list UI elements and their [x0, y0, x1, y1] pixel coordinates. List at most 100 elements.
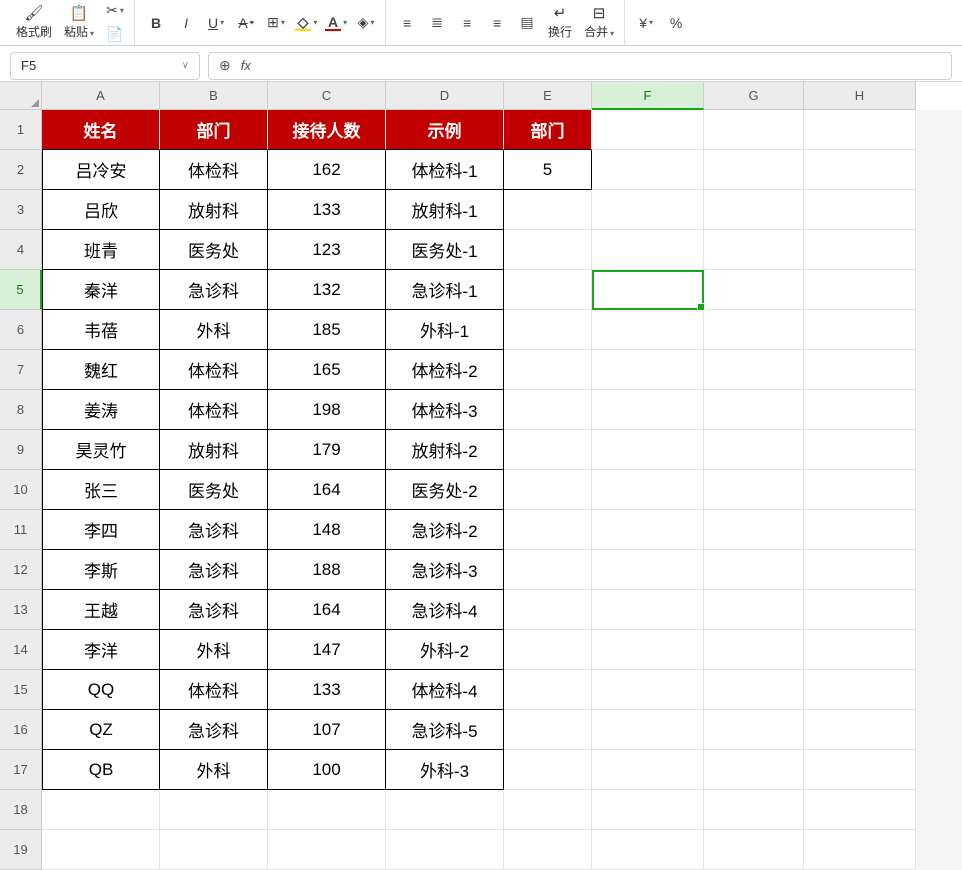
cell-C1[interactable]: 接待人数	[268, 110, 386, 150]
cell-E2[interactable]: 5	[504, 150, 592, 190]
cell-A2[interactable]: 吕冷安	[42, 150, 160, 190]
cell-A15[interactable]: QQ	[42, 670, 160, 710]
cell-A1[interactable]: 姓名	[42, 110, 160, 150]
cell-F18[interactable]	[592, 790, 704, 830]
row-header-4[interactable]: 4	[0, 230, 42, 270]
cell-E10[interactable]	[504, 470, 592, 510]
strike-button[interactable]: A▾	[233, 11, 259, 35]
cell-C4[interactable]: 123	[268, 230, 386, 270]
cell-F6[interactable]	[592, 310, 704, 350]
cell-H5[interactable]	[804, 270, 916, 310]
cell-A19[interactable]	[42, 830, 160, 870]
merge-button[interactable]: ⊟ 合并▾	[580, 0, 618, 45]
cell-D13[interactable]: 急诊科-4	[386, 590, 504, 630]
cell-B7[interactable]: 体检科	[160, 350, 268, 390]
cell-E12[interactable]	[504, 550, 592, 590]
wrap-button[interactable]: ↵ 换行	[544, 0, 576, 45]
formula-bar[interactable]: ⊕ fx	[208, 52, 952, 80]
row-header-7[interactable]: 7	[0, 350, 42, 390]
cell-F19[interactable]	[592, 830, 704, 870]
cell-C14[interactable]: 147	[268, 630, 386, 670]
col-header-B[interactable]: B	[160, 82, 268, 110]
cell-D6[interactable]: 外科-1	[386, 310, 504, 350]
cell-E11[interactable]	[504, 510, 592, 550]
cell-F2[interactable]	[592, 150, 704, 190]
cell-D11[interactable]: 急诊科-2	[386, 510, 504, 550]
cell-A12[interactable]: 李斯	[42, 550, 160, 590]
cell-G19[interactable]	[704, 830, 804, 870]
cell-D17[interactable]: 外科-3	[386, 750, 504, 790]
cell-D15[interactable]: 体检科-4	[386, 670, 504, 710]
cell-E8[interactable]	[504, 390, 592, 430]
cell-A8[interactable]: 姜涛	[42, 390, 160, 430]
select-all-corner[interactable]	[0, 82, 42, 110]
cell-F17[interactable]	[592, 750, 704, 790]
cell-E9[interactable]	[504, 430, 592, 470]
cell-E19[interactable]	[504, 830, 592, 870]
cell-G3[interactable]	[704, 190, 804, 230]
cell-A17[interactable]: QB	[42, 750, 160, 790]
cell-B14[interactable]: 外科	[160, 630, 268, 670]
cell-H4[interactable]	[804, 230, 916, 270]
cell-E1[interactable]: 部门	[504, 110, 592, 150]
cell-F8[interactable]	[592, 390, 704, 430]
cell-H3[interactable]	[804, 190, 916, 230]
cell-H14[interactable]	[804, 630, 916, 670]
cell-E4[interactable]	[504, 230, 592, 270]
cell-F3[interactable]	[592, 190, 704, 230]
cell-B13[interactable]: 急诊科	[160, 590, 268, 630]
fill-color-button[interactable]: ◇▾	[293, 11, 319, 35]
cell-H2[interactable]	[804, 150, 916, 190]
cell-C17[interactable]: 100	[268, 750, 386, 790]
cell-G16[interactable]	[704, 710, 804, 750]
border-button[interactable]: ⊞▾	[263, 11, 289, 35]
clear-format-button[interactable]: ◈▾	[353, 11, 379, 35]
row-header-5[interactable]: 5	[0, 270, 42, 310]
cell-B15[interactable]: 体检科	[160, 670, 268, 710]
cell-A16[interactable]: QZ	[42, 710, 160, 750]
cell-B10[interactable]: 医务处	[160, 470, 268, 510]
cell-H1[interactable]	[804, 110, 916, 150]
cell-D10[interactable]: 医务处-2	[386, 470, 504, 510]
cell-D18[interactable]	[386, 790, 504, 830]
row-header-16[interactable]: 16	[0, 710, 42, 750]
cell-F5[interactable]	[592, 270, 704, 310]
cell-H13[interactable]	[804, 590, 916, 630]
cell-A9[interactable]: 昊灵竹	[42, 430, 160, 470]
cell-E6[interactable]	[504, 310, 592, 350]
cell-B9[interactable]: 放射科	[160, 430, 268, 470]
currency-button[interactable]: ¥▾	[633, 11, 659, 35]
cell-G17[interactable]	[704, 750, 804, 790]
cell-E7[interactable]	[504, 350, 592, 390]
cell-D19[interactable]	[386, 830, 504, 870]
cell-H18[interactable]	[804, 790, 916, 830]
row-header-3[interactable]: 3	[0, 190, 42, 230]
row-header-2[interactable]: 2	[0, 150, 42, 190]
cell-B6[interactable]: 外科	[160, 310, 268, 350]
cell-D5[interactable]: 急诊科-1	[386, 270, 504, 310]
fx-expand-icon[interactable]: ⊕	[219, 57, 231, 74]
underline-button[interactable]: U▾	[203, 11, 229, 35]
cell-F14[interactable]	[592, 630, 704, 670]
cell-H9[interactable]	[804, 430, 916, 470]
cell-D14[interactable]: 外科-2	[386, 630, 504, 670]
cell-H7[interactable]	[804, 350, 916, 390]
cell-F16[interactable]	[592, 710, 704, 750]
cell-B8[interactable]: 体检科	[160, 390, 268, 430]
row-header-18[interactable]: 18	[0, 790, 42, 830]
cell-D4[interactable]: 医务处-1	[386, 230, 504, 270]
cell-H15[interactable]	[804, 670, 916, 710]
cell-C6[interactable]: 185	[268, 310, 386, 350]
cell-A18[interactable]	[42, 790, 160, 830]
align-center-button[interactable]: ≡	[484, 11, 510, 35]
cell-H16[interactable]	[804, 710, 916, 750]
cell-G10[interactable]	[704, 470, 804, 510]
cell-B19[interactable]	[160, 830, 268, 870]
cell-G7[interactable]	[704, 350, 804, 390]
cell-C16[interactable]: 107	[268, 710, 386, 750]
row-header-8[interactable]: 8	[0, 390, 42, 430]
row-header-12[interactable]: 12	[0, 550, 42, 590]
cell-D9[interactable]: 放射科-2	[386, 430, 504, 470]
cell-A3[interactable]: 吕欣	[42, 190, 160, 230]
row-header-13[interactable]: 13	[0, 590, 42, 630]
